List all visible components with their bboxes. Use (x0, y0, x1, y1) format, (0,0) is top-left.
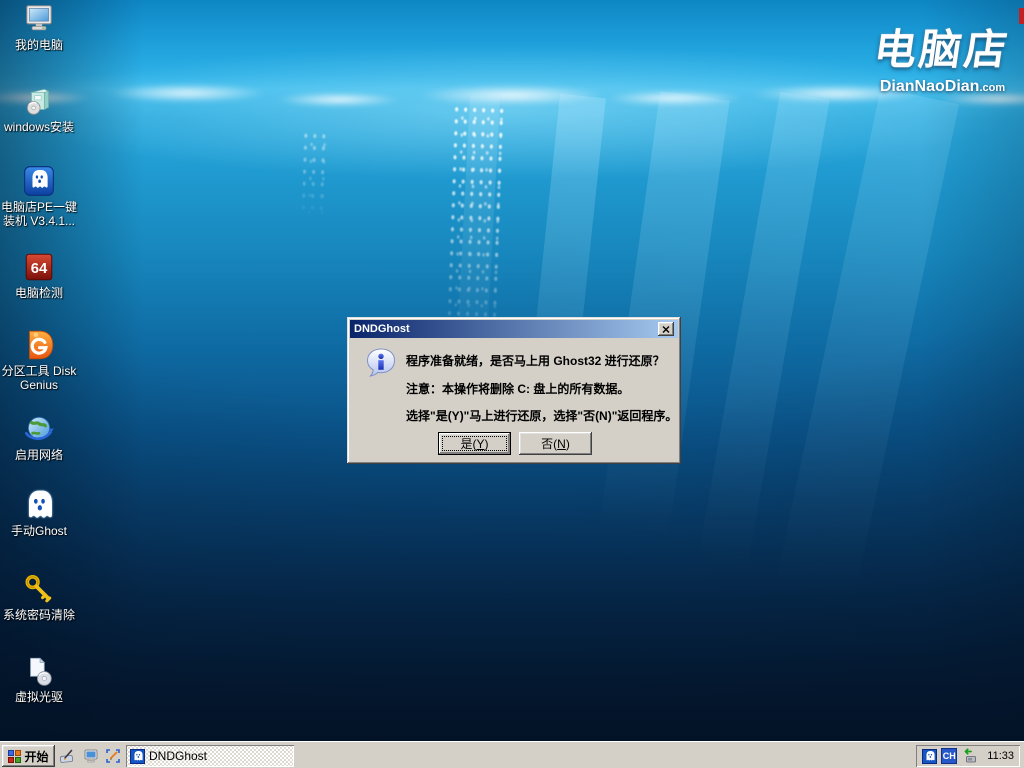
desktop-icon-pe-onekey[interactable]: 电脑店PE一键装机 V3.4.1... (1, 164, 77, 228)
pe-ghost-icon (22, 164, 56, 198)
yes-button-accesskey: Y (476, 437, 484, 451)
dndghost-dialog: DNDGhost 程序准备就绪，是否马上用 Ghost32 进行还原？ 注意：本… (347, 317, 681, 464)
my-computer-icon (22, 2, 56, 36)
desktop-icon-label: 我的电脑 (15, 38, 63, 52)
desktop-icon-password-clear[interactable]: 系统密码清除 (1, 572, 77, 622)
safely-remove-icon[interactable] (961, 748, 977, 764)
dialog-title: DNDGhost (354, 323, 658, 335)
desktop-icon-label: 电脑检测 (15, 286, 63, 300)
start-button[interactable]: 开始 (2, 745, 55, 767)
ghost-icon (130, 749, 145, 764)
ghost-icon (22, 488, 56, 522)
desktop-icon-manual-ghost[interactable]: 手动Ghost (1, 488, 77, 538)
start-button-label: 开始 (24, 748, 48, 765)
my-computer-icon (83, 748, 99, 764)
dialog-message-line1: 程序准备就绪，是否马上用 Ghost32 进行还原？ (406, 352, 665, 369)
desktop-icon-virtual-drive[interactable]: 虚拟光驱 (1, 654, 77, 704)
close-icon (662, 326, 670, 333)
cpu64-icon: 64 (22, 250, 56, 284)
desktop-icon-label: 虚拟光驱 (15, 690, 63, 704)
yes-button-label-end: ) (485, 437, 489, 451)
quicklaunch-my-computer[interactable] (82, 747, 100, 765)
taskbar-clock: 11:33 (987, 750, 1014, 762)
close-button[interactable] (658, 322, 674, 336)
show-desktop-icon (59, 748, 75, 764)
start-logo-icon (8, 750, 21, 763)
desktop-icon-my-computer[interactable]: 我的电脑 (1, 2, 77, 52)
desktop-icon-label: 系统密码清除 (3, 608, 75, 622)
brand-logo: 电脑店 DianNaoDian.com (875, 16, 1010, 96)
dialog-message-line3: 选择"是(Y)"马上进行还原，选择"否(N)"返回程序。 (406, 407, 677, 424)
brand-tld: .com (979, 82, 1005, 94)
tray-ghost-icon[interactable] (922, 749, 937, 764)
desktop-icon-enable-network[interactable]: 启用网络 (1, 412, 77, 462)
yes-button-label: 是( (460, 435, 476, 452)
quicklaunch-display-properties[interactable] (104, 747, 122, 765)
desktop-icon-label: windows安装 (4, 120, 74, 134)
no-button-label: 否( (541, 435, 557, 452)
info-balloon-icon (364, 347, 398, 381)
no-button-label-end: ) (566, 437, 570, 451)
brand-logo-title: 电脑店 (871, 16, 1015, 77)
logo-red-accent (1019, 8, 1024, 24)
language-indicator[interactable]: CH (941, 748, 957, 764)
key-icon (22, 572, 56, 606)
taskbar: 开始 (0, 741, 1024, 768)
desktop-icon-label: 分区工具 DiskGenius (1, 364, 77, 392)
taskbar-task-dndghost[interactable]: DNDGhost (126, 745, 294, 767)
desktop-icon-diskgenius[interactable]: 分区工具 DiskGenius (1, 328, 77, 392)
desktop-icon-label: 启用网络 (15, 448, 63, 462)
no-button[interactable]: 否(N) (519, 432, 592, 455)
system-tray: CH 11:33 (916, 745, 1020, 767)
diskgenius-icon (22, 328, 56, 362)
svg-text:64: 64 (31, 261, 48, 277)
brand-logo-subtitle: DianNaoDian.com (875, 78, 1010, 96)
desktop-icon-windows-install[interactable]: windows安装 (1, 84, 77, 134)
quicklaunch-show-desktop[interactable] (58, 747, 76, 765)
yes-button[interactable]: 是(Y) (438, 432, 511, 455)
desktop-icon-pc-check[interactable]: 64 电脑检测 (1, 250, 77, 300)
screen: 电脑店 DianNaoDian.com 我的电脑 (0, 0, 1024, 768)
windows-install-icon (22, 84, 56, 118)
desktop-icon-label: 电脑店PE一键装机 V3.4.1... (1, 200, 77, 228)
display-properties-icon (105, 748, 121, 764)
desktop-icon-label: 手动Ghost (11, 524, 67, 538)
task-button-label: DNDGhost (149, 749, 207, 763)
dialog-message-line2: 注意：本操作将删除 C: 盘上的所有数据。 (406, 380, 629, 397)
no-button-accesskey: N (557, 437, 566, 451)
network-globe-icon (22, 412, 56, 446)
dialog-titlebar[interactable]: DNDGhost (350, 320, 678, 338)
brand-domain: DianNaoDian (880, 78, 980, 95)
virtual-drive-icon (22, 654, 56, 688)
